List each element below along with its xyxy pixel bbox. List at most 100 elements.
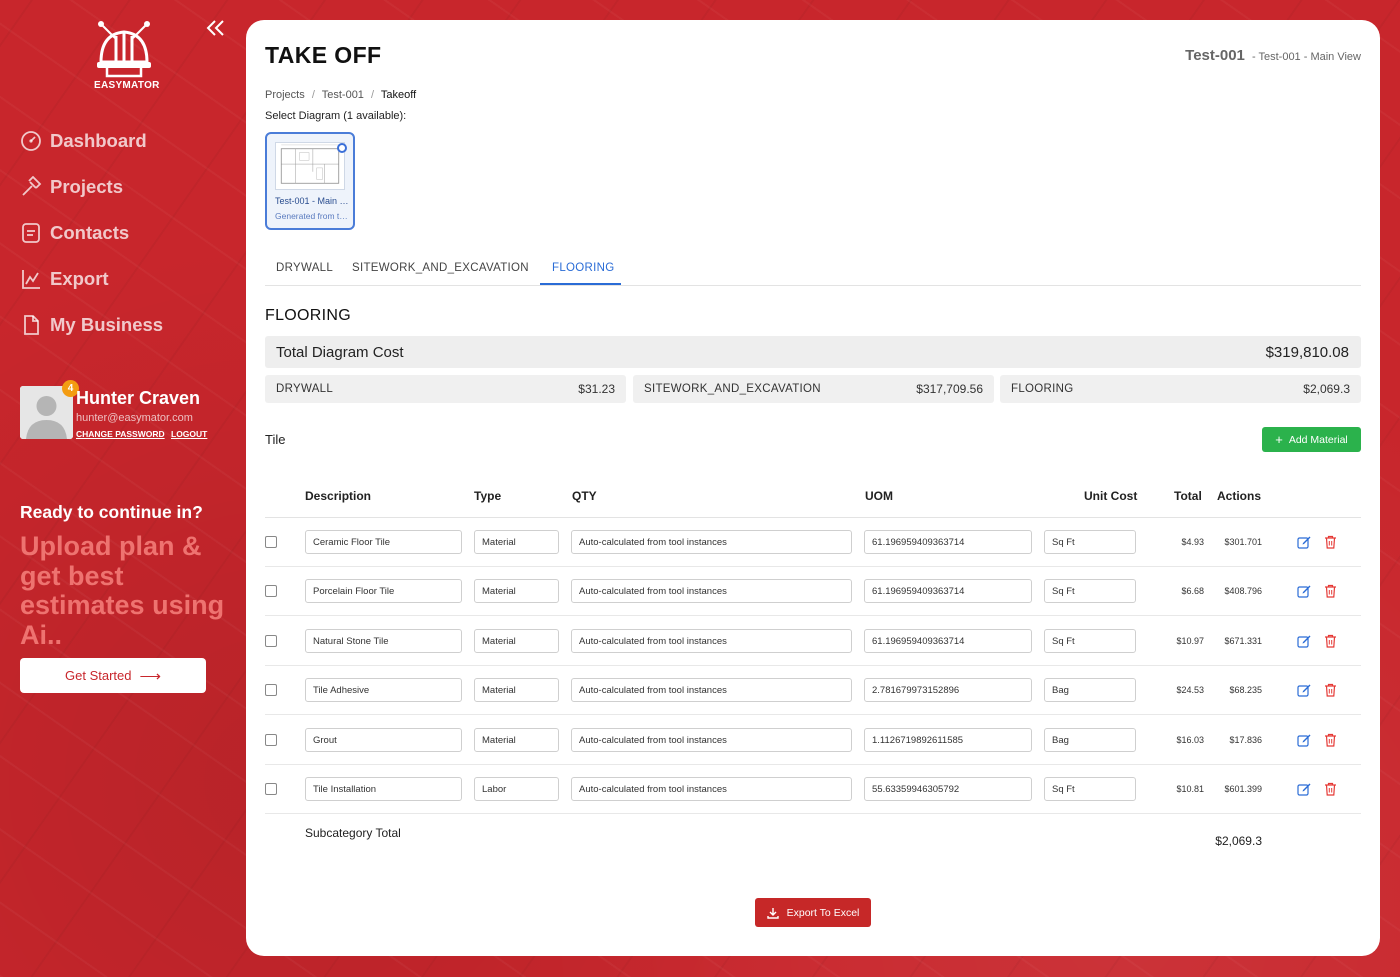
- unit-cost-value: $4.93: [1181, 537, 1204, 547]
- edit-icon[interactable]: [1297, 782, 1311, 796]
- sub-cost-value: $317,709.56: [916, 382, 983, 396]
- qty-note-field[interactable]: Auto-calculated from tool instances: [571, 628, 852, 653]
- sub-cost-sitework: SITEWORK_AND_EXCAVATION $317,709.56: [633, 375, 994, 403]
- trash-icon[interactable]: [1324, 535, 1337, 549]
- description-input[interactable]: Grout: [305, 727, 462, 752]
- description-input[interactable]: Tile Installation: [305, 777, 462, 801]
- uom-select[interactable]: Sq Ft: [1044, 579, 1136, 604]
- breadcrumb-projects[interactable]: Projects: [265, 89, 305, 101]
- sub-cost-flooring: FLOORING $2,069.3: [1000, 375, 1361, 403]
- nav-item-dashboard[interactable]: Dashboard: [20, 118, 163, 164]
- breadcrumb-project[interactable]: Test-001: [322, 89, 364, 101]
- qty-input[interactable]: 1.1126719892611585: [864, 727, 1032, 752]
- qty-input[interactable]: 61.196959409363714: [864, 579, 1032, 604]
- nav-label-projects: Projects: [50, 176, 124, 197]
- qty-note-field[interactable]: Auto-calculated from tool instances: [571, 777, 852, 801]
- collapse-sidebar-icon[interactable]: [204, 18, 228, 38]
- edit-icon[interactable]: [1297, 683, 1311, 697]
- qty-note-field[interactable]: Auto-calculated from tool instances: [571, 579, 852, 604]
- category-title: Tile: [265, 432, 286, 447]
- type-select[interactable]: Material: [474, 727, 559, 752]
- export-to-excel-button[interactable]: Export To Excel: [755, 898, 871, 927]
- user-card: 4 Hunter Craven hunter@easymator.com CHA…: [20, 380, 235, 442]
- nav-item-projects[interactable]: Projects: [20, 164, 163, 210]
- diagram-selected-radio[interactable]: [337, 143, 347, 153]
- logout-link[interactable]: LOGOUT: [171, 429, 207, 439]
- qty-note-field[interactable]: Auto-calculated from tool instances: [571, 678, 852, 703]
- export-icon: [22, 270, 40, 289]
- row-checkbox[interactable]: [265, 733, 277, 746]
- uom-select[interactable]: Sq Ft: [1044, 530, 1136, 554]
- project-name: Test-001: [1185, 47, 1245, 64]
- add-material-button[interactable]: + Add Material: [1262, 427, 1361, 452]
- uom-select[interactable]: Bag: [1044, 678, 1136, 703]
- table-header: Description Type QTY UOM Unit Cost Total…: [265, 486, 1361, 518]
- user-links: CHANGE PASSWORD LOGOUT: [76, 429, 211, 439]
- nav-label-export: Export: [50, 268, 109, 289]
- get-started-button[interactable]: Get Started ⟶: [20, 658, 206, 693]
- qty-input[interactable]: 55.63359946305792: [864, 777, 1032, 801]
- plus-icon: +: [1275, 432, 1283, 447]
- nav-item-contacts[interactable]: Contacts: [20, 210, 163, 256]
- edit-icon[interactable]: [1297, 733, 1311, 747]
- type-select[interactable]: Material: [474, 579, 559, 604]
- type-select[interactable]: Material: [474, 678, 559, 703]
- qty-input[interactable]: 61.196959409363714: [864, 530, 1032, 554]
- trash-icon[interactable]: [1324, 683, 1337, 697]
- trash-icon[interactable]: [1324, 634, 1337, 648]
- row-checkbox[interactable]: [265, 585, 277, 598]
- description-input[interactable]: Porcelain Floor Tile: [305, 579, 462, 604]
- arrow-right-icon: ⟶: [139, 667, 161, 685]
- row-checkbox[interactable]: [265, 783, 277, 795]
- qty-note-field[interactable]: Auto-calculated from tool instances: [571, 530, 852, 554]
- description-input[interactable]: Natural Stone Tile: [305, 628, 462, 653]
- total-cost-label: Total Diagram Cost: [276, 344, 404, 361]
- description-input[interactable]: Ceramic Floor Tile: [305, 530, 462, 554]
- tab-drywall[interactable]: DRYWALL: [276, 262, 333, 274]
- qty-input[interactable]: 61.196959409363714: [864, 628, 1032, 653]
- qty-input[interactable]: 2.781679973152896: [864, 678, 1032, 703]
- trash-icon[interactable]: [1324, 733, 1337, 747]
- diagram-card[interactable]: Test-001 - Main View Generated from tool: [265, 132, 355, 230]
- trash-icon[interactable]: [1324, 584, 1337, 598]
- breadcrumb-separator: /: [371, 89, 375, 101]
- edit-icon[interactable]: [1297, 535, 1311, 549]
- table-row: Tile Installation Labor Auto-calculated fr…: [265, 765, 1361, 814]
- row-checkbox[interactable]: [265, 634, 277, 647]
- table-row: Tile Adhesive Material Auto-calculated fro…: [265, 666, 1361, 716]
- section-title: FLOORING: [265, 307, 351, 324]
- edit-icon[interactable]: [1297, 584, 1311, 598]
- unit-cost-value: $16.03: [1176, 734, 1204, 745]
- type-select[interactable]: Labor: [474, 777, 559, 801]
- nav-item-export[interactable]: Export: [20, 256, 163, 302]
- hammer-icon: [22, 176, 42, 196]
- download-icon: [766, 907, 779, 919]
- uom-select[interactable]: Bag: [1044, 727, 1136, 752]
- user-name: Hunter Craven: [76, 388, 201, 408]
- row-total-value: $17.836: [1229, 734, 1262, 745]
- trash-icon[interactable]: [1324, 782, 1337, 796]
- type-select[interactable]: Material: [474, 628, 559, 653]
- sub-cost-label: FLOORING: [1011, 383, 1074, 395]
- row-checkbox[interactable]: [265, 684, 277, 697]
- diagram-name: Test-001 - Main View: [275, 196, 349, 206]
- uom-select[interactable]: Sq Ft: [1044, 777, 1136, 801]
- description-input[interactable]: Tile Adhesive: [305, 678, 462, 703]
- change-password-link[interactable]: CHANGE PASSWORD: [76, 429, 165, 439]
- tab-sitework-and-excavation[interactable]: SITEWORK_AND_EXCAVATION: [352, 262, 529, 274]
- business-icon: [24, 315, 39, 335]
- unit-cost-value: $24.53: [1176, 685, 1204, 696]
- contacts-icon: [22, 223, 40, 243]
- tab-flooring[interactable]: FLOORING: [552, 262, 614, 274]
- type-select[interactable]: Material: [474, 530, 559, 554]
- row-checkbox[interactable]: [265, 536, 277, 548]
- table-row: Ceramic Floor Tile Material Auto-calculate…: [265, 518, 1361, 567]
- column-header-qty: QTY: [572, 489, 597, 503]
- qty-note-field[interactable]: Auto-calculated from tool instances: [571, 727, 852, 752]
- edit-icon[interactable]: [1297, 634, 1311, 648]
- breadcrumb-current: Takeoff: [380, 89, 417, 101]
- diagram-subtitle: Generated from tool: [275, 211, 349, 221]
- uom-select[interactable]: Sq Ft: [1044, 628, 1136, 653]
- column-header-actions: Actions: [1217, 489, 1262, 503]
- nav-item-my-business[interactable]: My Business: [20, 302, 163, 348]
